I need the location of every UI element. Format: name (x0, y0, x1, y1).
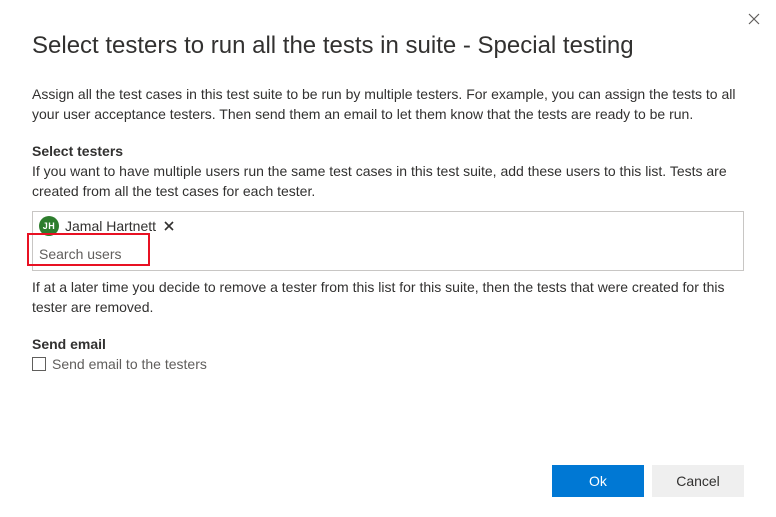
user-chip-name: Jamal Hartnett (65, 218, 156, 234)
assign-testers-dialog: Select testers to run all the tests in s… (0, 0, 776, 517)
user-chip[interactable]: JH Jamal Hartnett (39, 216, 176, 236)
dialog-title: Select testers to run all the tests in s… (32, 32, 744, 60)
search-row (33, 240, 743, 270)
cancel-button[interactable]: Cancel (652, 465, 744, 497)
remove-chip-icon[interactable] (162, 218, 176, 234)
user-chip-row: JH Jamal Hartnett (33, 212, 743, 240)
select-testers-note: If at a later time you decide to remove … (32, 277, 744, 318)
close-button[interactable] (742, 8, 766, 32)
avatar: JH (39, 216, 59, 236)
select-testers-help: If you want to have multiple users run t… (32, 161, 744, 202)
search-users-input[interactable] (39, 244, 737, 264)
ok-button[interactable]: Ok (552, 465, 644, 497)
send-email-label: Send email (32, 336, 744, 352)
user-picker: JH Jamal Hartnett (32, 211, 744, 271)
dialog-intro: Assign all the test cases in this test s… (32, 84, 744, 125)
close-icon (748, 12, 760, 28)
send-email-checkbox-label: Send email to the testers (52, 356, 207, 372)
send-email-row: Send email to the testers (32, 356, 744, 372)
send-email-checkbox[interactable] (32, 357, 46, 371)
dialog-footer: Ok Cancel (32, 453, 744, 497)
select-testers-label: Select testers (32, 143, 744, 159)
